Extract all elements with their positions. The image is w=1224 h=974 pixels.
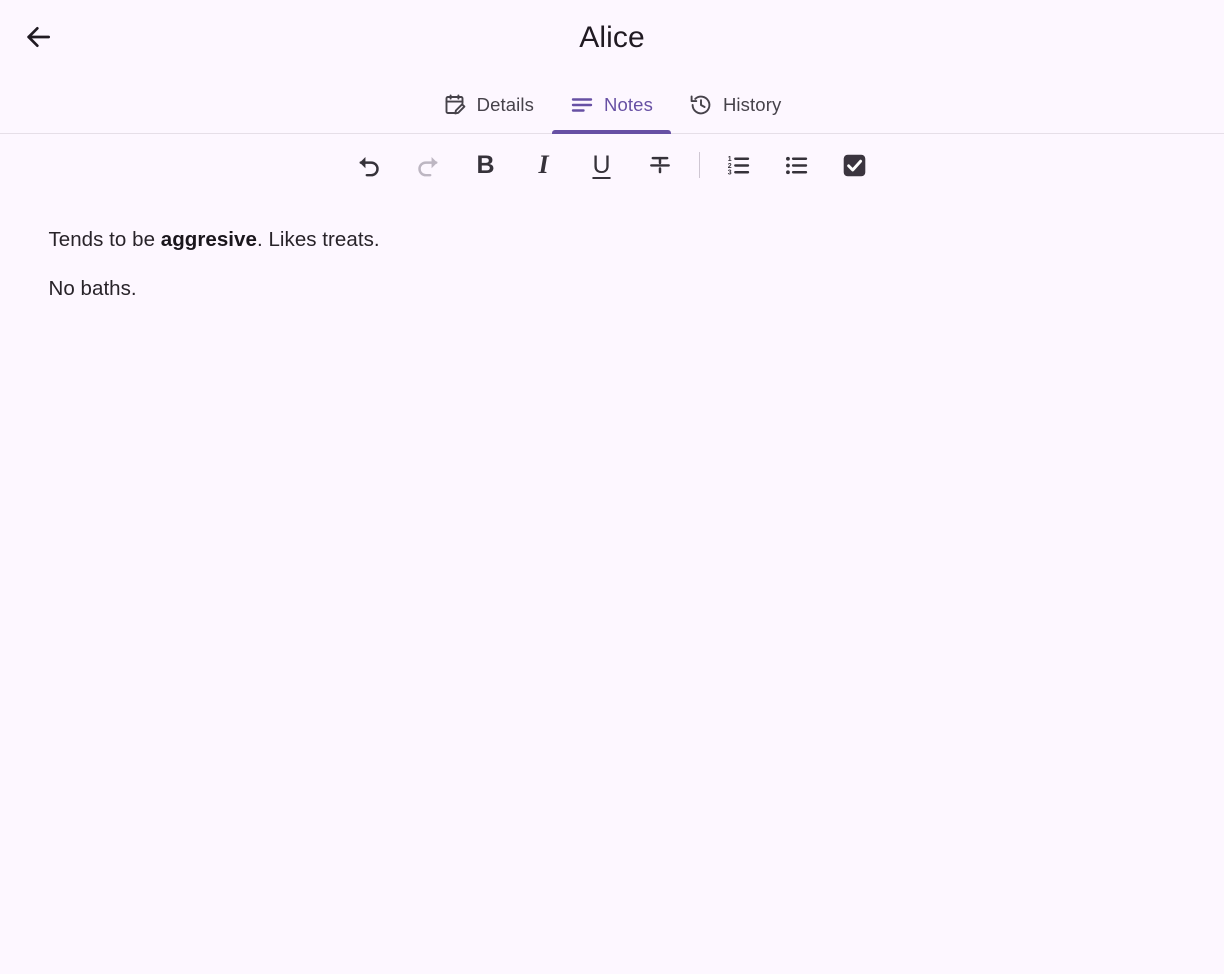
app-bar: Alice [0,0,1224,76]
note-line1-bold: aggresive [160,228,257,252]
note-line1-prefix: Tends to be [48,228,161,252]
note-body-text[interactable]: Tends to be aggresive. Likes treats. No … [14,204,1210,326]
bulleted-list-icon [783,152,810,179]
numbered-list-icon: 1 2 3 [725,152,752,179]
tab-notes-label: Notes [604,93,653,115]
page-title: Alice [579,21,645,54]
bold-button[interactable]: B [457,142,515,188]
back-button[interactable] [14,14,62,62]
bulleted-list-button[interactable] [768,142,826,188]
undo-icon [356,152,383,179]
toolbar-divider [698,152,700,178]
undo-button[interactable] [341,142,399,188]
strikethrough-icon [647,152,673,178]
tab-bar: Details Notes History [0,76,1224,134]
tab-details-label: Details [476,93,535,115]
subject-notes-icon [570,93,594,117]
underline-icon: U [592,150,611,179]
checkbox-checked-icon [841,152,868,179]
note-line1-suffix: . Likes treats. [256,228,380,252]
redo-icon [414,152,441,179]
tab-history-label: History [722,93,782,115]
active-tab-indicator [552,130,671,134]
tab-notes[interactable]: Notes [552,76,671,134]
formatting-toolbar: B I U 1 2 3 [0,134,1224,196]
redo-button[interactable] [399,142,457,188]
italic-button[interactable]: I [515,142,573,188]
strikethrough-button[interactable] [631,142,689,188]
note-line2: No baths. [48,277,137,301]
checklist-button[interactable] [826,142,884,188]
bold-icon: B [476,150,495,179]
note-editor[interactable]: Tends to be aggresive. Likes treats. No … [0,196,1224,974]
note-detail-screen: Alice Details Notes History B I U 1 2 3 … [0,0,1224,974]
italic-icon: I [538,150,549,179]
underline-button[interactable]: U [573,142,631,188]
svg-text:3: 3 [728,169,732,176]
tab-details[interactable]: Details [425,76,552,133]
tab-history[interactable]: History [671,76,799,133]
history-clock-icon [689,93,713,117]
numbered-list-button[interactable]: 1 2 3 [710,142,768,188]
edit-calendar-icon [443,93,467,117]
arrow-left-icon [22,21,54,56]
